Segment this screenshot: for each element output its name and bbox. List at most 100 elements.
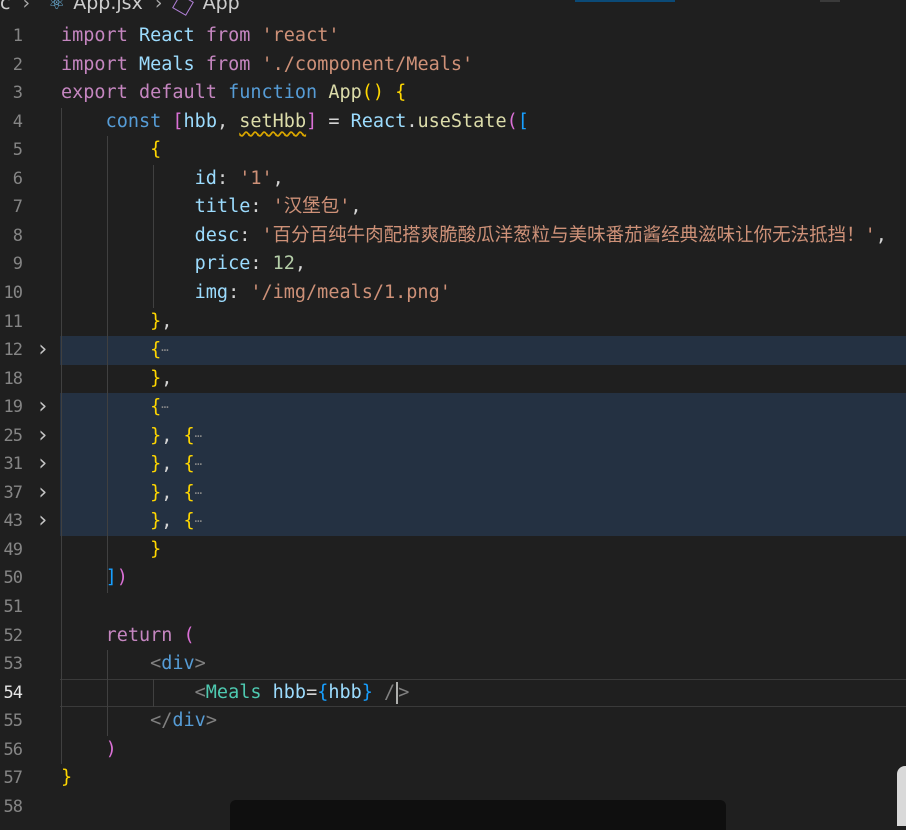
code-token: } bbox=[150, 424, 162, 446]
code-line[interactable]: 57} bbox=[0, 764, 906, 793]
code-line[interactable]: 31 › }, {⋯ bbox=[0, 450, 906, 479]
code-line[interactable]: 11 }, bbox=[0, 308, 906, 337]
code-text: } bbox=[61, 764, 72, 793]
code-line[interactable]: 55 </div> bbox=[0, 707, 906, 736]
code-text: return ( bbox=[61, 622, 195, 651]
code-line[interactable]: 8 desc: '百分百纯牛肉配搭爽脆酸瓜洋葱粒与美味番茄酱经典滋味让你无法抵挡… bbox=[0, 222, 906, 251]
code-token: ⋯ bbox=[194, 514, 202, 529]
code-token: useState bbox=[417, 110, 507, 132]
fold-chevron-icon[interactable]: › bbox=[36, 479, 49, 508]
code-token: setHbb bbox=[239, 110, 307, 132]
fold-chevron-icon[interactable]: › bbox=[36, 336, 49, 365]
fold-chevron-icon[interactable]: › bbox=[36, 507, 49, 536]
line-number: 10 bbox=[3, 282, 23, 303]
chevron-right-icon: › bbox=[22, 0, 31, 14]
code-line[interactable]: 9 price: 12, bbox=[0, 250, 906, 279]
line-number: 55 bbox=[3, 711, 23, 732]
line-number: 54 bbox=[3, 682, 23, 703]
code-text: } bbox=[61, 536, 161, 565]
breadcrumb-prefix[interactable]: c bbox=[0, 0, 10, 14]
fold-chevron-icon[interactable]: › bbox=[36, 393, 49, 422]
code-text: export default function App() { bbox=[61, 79, 406, 108]
code-token: ) bbox=[116, 567, 128, 589]
code-text: const [hbb, setHbb] = React.useState([ bbox=[61, 108, 529, 137]
code-token: 12 bbox=[272, 253, 295, 275]
code-line[interactable]: 6 id: '1', bbox=[0, 165, 906, 194]
code-text: }, {⋯ bbox=[61, 479, 202, 508]
code-token: , bbox=[350, 196, 362, 218]
code-token: img bbox=[194, 281, 229, 303]
scrollbar-thumb[interactable] bbox=[897, 766, 906, 826]
code-line[interactable]: 5 { bbox=[0, 136, 906, 165]
code-line[interactable]: 37 › }, {⋯ bbox=[0, 479, 906, 508]
breadcrumb: c › ⚛ App.jsx › App bbox=[0, 0, 906, 20]
code-text: title: '汉堡包', bbox=[61, 193, 362, 222]
code-editor[interactable]: 1 import React from 'react' 2 import Meals … bbox=[0, 22, 906, 820]
fold-chevron-icon[interactable]: › bbox=[36, 450, 49, 479]
code-token: { bbox=[150, 396, 162, 418]
code-token: = bbox=[317, 110, 351, 132]
code-token: { bbox=[183, 482, 195, 504]
code-line[interactable]: 1 import React from 'react' bbox=[0, 22, 906, 51]
code-token: hbb bbox=[183, 110, 217, 132]
code-text: ) bbox=[61, 736, 117, 765]
line-number: 2 bbox=[12, 54, 23, 75]
code-text: import React from 'react' bbox=[61, 22, 339, 51]
breadcrumb-file[interactable]: App.jsx bbox=[73, 0, 143, 14]
line-number: 53 bbox=[3, 654, 23, 675]
code-line[interactable]: 54 <Meals hbb={hbb} / > bbox=[0, 679, 906, 708]
code-line[interactable]: 56 ) bbox=[0, 736, 906, 765]
code-text: { bbox=[61, 136, 161, 165]
code-line[interactable]: 25 › }, {⋯ bbox=[0, 422, 906, 451]
code-line[interactable]: 49 } bbox=[0, 536, 906, 565]
code-text: }, {⋯ bbox=[61, 507, 202, 536]
code-line[interactable]: 3 export default function App() { bbox=[0, 79, 906, 108]
code-token: ⋯ bbox=[194, 428, 202, 443]
code-line[interactable]: 2 import Meals from './component/Meals' bbox=[0, 51, 906, 80]
code-token: 'react' bbox=[261, 25, 340, 46]
code-line[interactable]: 51 bbox=[0, 593, 906, 622]
code-line[interactable]: 4 const [hbb, setHbb] = React.useState([ bbox=[0, 108, 906, 137]
code-line[interactable]: 53 <div> bbox=[0, 650, 906, 679]
code-token: < bbox=[194, 681, 206, 703]
code-line[interactable]: 43 › }, {⋯ bbox=[0, 507, 906, 536]
breadcrumb-symbol[interactable]: App bbox=[203, 0, 240, 14]
code-token: ( bbox=[183, 624, 195, 646]
code-token: from bbox=[205, 53, 251, 75]
code-line[interactable]: 19 › {⋯ bbox=[0, 393, 906, 422]
code-token: React bbox=[350, 110, 407, 132]
line-number: 25 bbox=[3, 425, 23, 446]
code-token: div bbox=[172, 710, 206, 732]
code-line[interactable]: 52 return ( bbox=[0, 622, 906, 651]
code-text: ]) bbox=[61, 564, 128, 593]
code-text: price: 12, bbox=[61, 250, 306, 279]
code-token: '汉堡包' bbox=[272, 196, 351, 218]
code-token: > bbox=[194, 653, 206, 675]
code-line[interactable]: 10 img: '/img/meals/1.png' bbox=[0, 279, 906, 308]
code-token: function bbox=[228, 82, 318, 104]
code-text: }, {⋯ bbox=[61, 450, 202, 479]
code-token: } bbox=[150, 310, 162, 332]
chevron-right-icon: › bbox=[154, 0, 163, 14]
code-line[interactable]: 50 ]) bbox=[0, 564, 906, 593]
code-line[interactable]: 7 title: '汉堡包', bbox=[0, 193, 906, 222]
fold-chevron-icon[interactable]: › bbox=[36, 422, 49, 451]
code-line[interactable]: 18 }, bbox=[0, 365, 906, 394]
code-line[interactable]: 12 › {⋯ bbox=[0, 336, 906, 365]
symbol-method-icon bbox=[171, 0, 194, 16]
line-number: 18 bbox=[3, 368, 23, 389]
code-token: > bbox=[205, 710, 217, 732]
